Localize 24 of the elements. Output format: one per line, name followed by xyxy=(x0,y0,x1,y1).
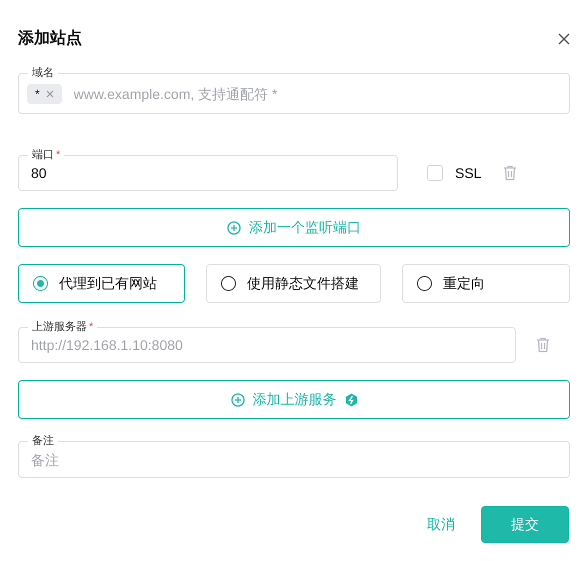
option-card[interactable]: 代理到已有网站 xyxy=(18,264,185,303)
text-input[interactable]: www.example.com, 支持通配符 * xyxy=(70,74,557,113)
hexagon-badge-icon xyxy=(344,392,358,406)
close-icon[interactable] xyxy=(558,32,570,44)
trash-icon[interactable] xyxy=(536,337,550,353)
tag-chip[interactable]: * xyxy=(27,84,62,104)
option-label: 重定向 xyxy=(443,274,485,292)
trash-icon[interactable] xyxy=(503,165,518,181)
dialog-title: 添加站点 xyxy=(18,28,82,49)
field-label: 域名 xyxy=(28,66,58,80)
checkbox-label: SSL xyxy=(455,165,482,181)
field-label: 备注 xyxy=(28,434,58,448)
option-card[interactable]: 使用静态文件搭建 xyxy=(206,264,381,303)
radio-button[interactable] xyxy=(221,276,236,291)
field-label: 上游服务器 * xyxy=(28,320,98,334)
radio-button[interactable] xyxy=(33,276,48,291)
plus-circle-icon xyxy=(227,220,241,234)
option-label: 使用静态文件搭建 xyxy=(247,274,359,292)
field-label: 端口 * xyxy=(28,148,64,162)
option-label: 代理到已有网站 xyxy=(59,274,157,292)
plus-circle-icon xyxy=(230,392,244,406)
ssl-checkbox[interactable] xyxy=(427,165,443,181)
option-card[interactable]: 重定向 xyxy=(402,264,570,303)
radio-button[interactable] xyxy=(417,276,432,291)
